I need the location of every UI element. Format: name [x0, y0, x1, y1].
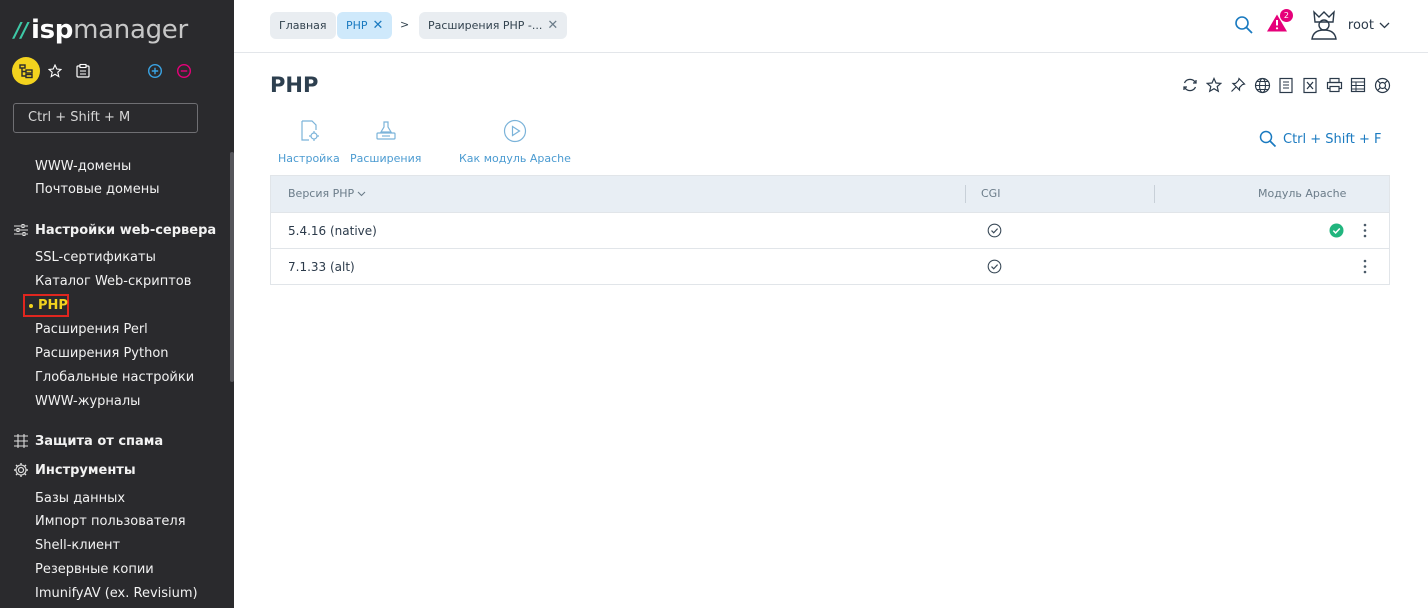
breadcrumb-home[interactable]: Главная: [270, 12, 336, 39]
clipboard-icon[interactable]: [73, 61, 93, 81]
sidebar-item-www-domains[interactable]: WWW-домены: [35, 159, 131, 174]
breadcrumb-label: Главная: [279, 19, 327, 32]
sidebar-group-webserver[interactable]: Настройки web-сервера: [12, 221, 216, 239]
user-avatar-icon[interactable]: [1308, 10, 1340, 40]
sidebar-item-web-scripts[interactable]: Каталог Web-скриптов: [35, 274, 191, 289]
ispmanager-logo[interactable]: // isp manager: [14, 14, 188, 46]
apache-module-action-button[interactable]: Как модуль Apache: [459, 118, 571, 165]
table-row[interactable]: 7.1.33 (alt): [271, 248, 1389, 284]
sidebar-scrollbar[interactable]: [230, 152, 234, 382]
sidebar-group-spam[interactable]: Защита от спама: [12, 432, 163, 450]
column-resize-handle[interactable]: [965, 185, 966, 203]
breadcrumb-php[interactable]: PHP ✕: [337, 12, 393, 39]
php-version-cell: 5.4.16 (native): [288, 224, 377, 238]
sidebar-item-imunifyav[interactable]: ImunifyAV (ex. Revisium): [35, 586, 198, 601]
sidebar-item-www-logs[interactable]: WWW-журналы: [35, 394, 140, 409]
sidebar-toolbar: [12, 57, 222, 85]
column-header-cgi[interactable]: CGI: [981, 187, 1000, 200]
sidebar-item-label: PHP: [38, 298, 68, 313]
tree-icon: [19, 64, 33, 79]
spam-filter-icon: [12, 432, 30, 450]
sidebar-group-label: Настройки web-сервера: [35, 222, 217, 238]
sidebar-item-perl[interactable]: Расширения Perl: [35, 322, 148, 337]
search-icon: [1259, 130, 1277, 148]
action-label: Расширения: [350, 152, 422, 165]
chevron-down-icon[interactable]: [1379, 22, 1390, 29]
close-tab-icon[interactable]: ✕: [547, 12, 558, 39]
active-dot-icon: [29, 303, 33, 308]
header-actions: 2 root: [1234, 8, 1390, 42]
logo-isp: isp: [31, 15, 74, 45]
settings-action-button[interactable]: Настройка: [278, 118, 340, 165]
check-circle-filled-icon: [1329, 223, 1344, 241]
table-settings-icon[interactable]: [1346, 75, 1370, 95]
sidebar: // isp manager Ctrl + Shift + M WWW-доме…: [0, 0, 234, 608]
menu-tree-button[interactable]: [12, 57, 40, 85]
sidebar-item-global-settings[interactable]: Глобальные настройки: [35, 370, 194, 385]
row-menu-icon[interactable]: [1363, 223, 1367, 241]
column-header-version[interactable]: Версия PHP: [288, 187, 366, 200]
pin-icon[interactable]: [1226, 75, 1250, 95]
extensions-icon: [374, 118, 398, 144]
php-versions-table: Версия PHP CGI Модуль Apache 5.4.16 (nat…: [270, 175, 1390, 285]
document-icon[interactable]: [1274, 75, 1298, 95]
sidebar-item-python[interactable]: Расширения Python: [35, 346, 169, 361]
logo-mark: //: [14, 18, 29, 42]
breadcrumb-separator: >: [400, 18, 410, 31]
notifications-count-badge: 2: [1279, 9, 1293, 22]
expand-all-icon[interactable]: [145, 61, 165, 81]
sidebar-group-label: Защита от спама: [35, 433, 164, 449]
sort-chevron-icon: [357, 191, 366, 196]
favorites-star-icon[interactable]: [45, 61, 65, 81]
table-header: Версия PHP CGI Модуль Apache: [271, 176, 1389, 212]
sidebar-item-backups[interactable]: Резервные копии: [35, 562, 154, 577]
check-circle-icon: [987, 223, 1002, 241]
row-menu-icon[interactable]: [1363, 259, 1367, 277]
logo-manager: manager: [73, 15, 188, 45]
sidebar-item-php[interactable]: PHP: [23, 294, 69, 317]
breadcrumb-label: PHP: [346, 19, 368, 32]
action-label: Настройка: [278, 152, 340, 165]
extensions-action-button[interactable]: Расширения: [350, 118, 421, 165]
breadcrumb-label: Расширения PHP -...: [428, 19, 543, 32]
notifications-button[interactable]: 2: [1266, 9, 1293, 37]
globe-icon[interactable]: [1250, 75, 1274, 95]
sidebar-group-label: Инструменты: [35, 462, 136, 478]
top-bar: Главная PHP ✕ > Расширения PHP -... ✕ 2 …: [234, 0, 1428, 53]
collapse-all-icon[interactable]: [174, 61, 194, 81]
page-toolbar: [1178, 75, 1394, 95]
close-tab-icon[interactable]: ✕: [373, 12, 384, 39]
star-icon[interactable]: [1202, 75, 1226, 95]
column-label: Версия PHP: [288, 187, 355, 200]
settings-doc-icon: [297, 118, 321, 144]
sidebar-item-mail-domains[interactable]: Почтовые домены: [35, 182, 160, 197]
breadcrumb-php-extensions[interactable]: Расширения PHP -... ✕: [419, 12, 568, 39]
excel-export-icon[interactable]: [1298, 75, 1322, 95]
check-circle-icon: [987, 259, 1002, 277]
help-lifebuoy-icon[interactable]: [1370, 75, 1394, 95]
menu-search-input[interactable]: Ctrl + Shift + M: [13, 103, 198, 133]
sidebar-item-import-user[interactable]: Импорт пользователя: [35, 514, 186, 529]
column-resize-handle[interactable]: [1154, 185, 1155, 203]
table-search-label: Ctrl + Shift + F: [1283, 131, 1382, 147]
sliders-icon: [12, 221, 30, 239]
gear-icon: [12, 461, 30, 479]
sidebar-item-databases[interactable]: Базы данных: [35, 491, 125, 506]
table-row[interactable]: 5.4.16 (native): [271, 212, 1389, 248]
print-icon[interactable]: [1322, 75, 1346, 95]
column-header-apache[interactable]: Модуль Apache: [1258, 187, 1346, 200]
refresh-icon[interactable]: [1178, 75, 1202, 95]
user-name[interactable]: root: [1348, 18, 1374, 33]
table-search-button[interactable]: Ctrl + Shift + F: [1259, 130, 1381, 148]
page-title: PHP: [270, 73, 319, 97]
sidebar-item-shell[interactable]: Shell-клиент: [35, 538, 120, 553]
sidebar-item-ssl[interactable]: SSL-сертификаты: [35, 250, 156, 265]
search-icon[interactable]: [1234, 15, 1254, 35]
play-icon: [503, 118, 527, 144]
php-version-cell: 7.1.33 (alt): [288, 260, 355, 274]
action-label: Как модуль Apache: [459, 152, 571, 165]
sidebar-group-tools[interactable]: Инструменты: [12, 461, 136, 479]
